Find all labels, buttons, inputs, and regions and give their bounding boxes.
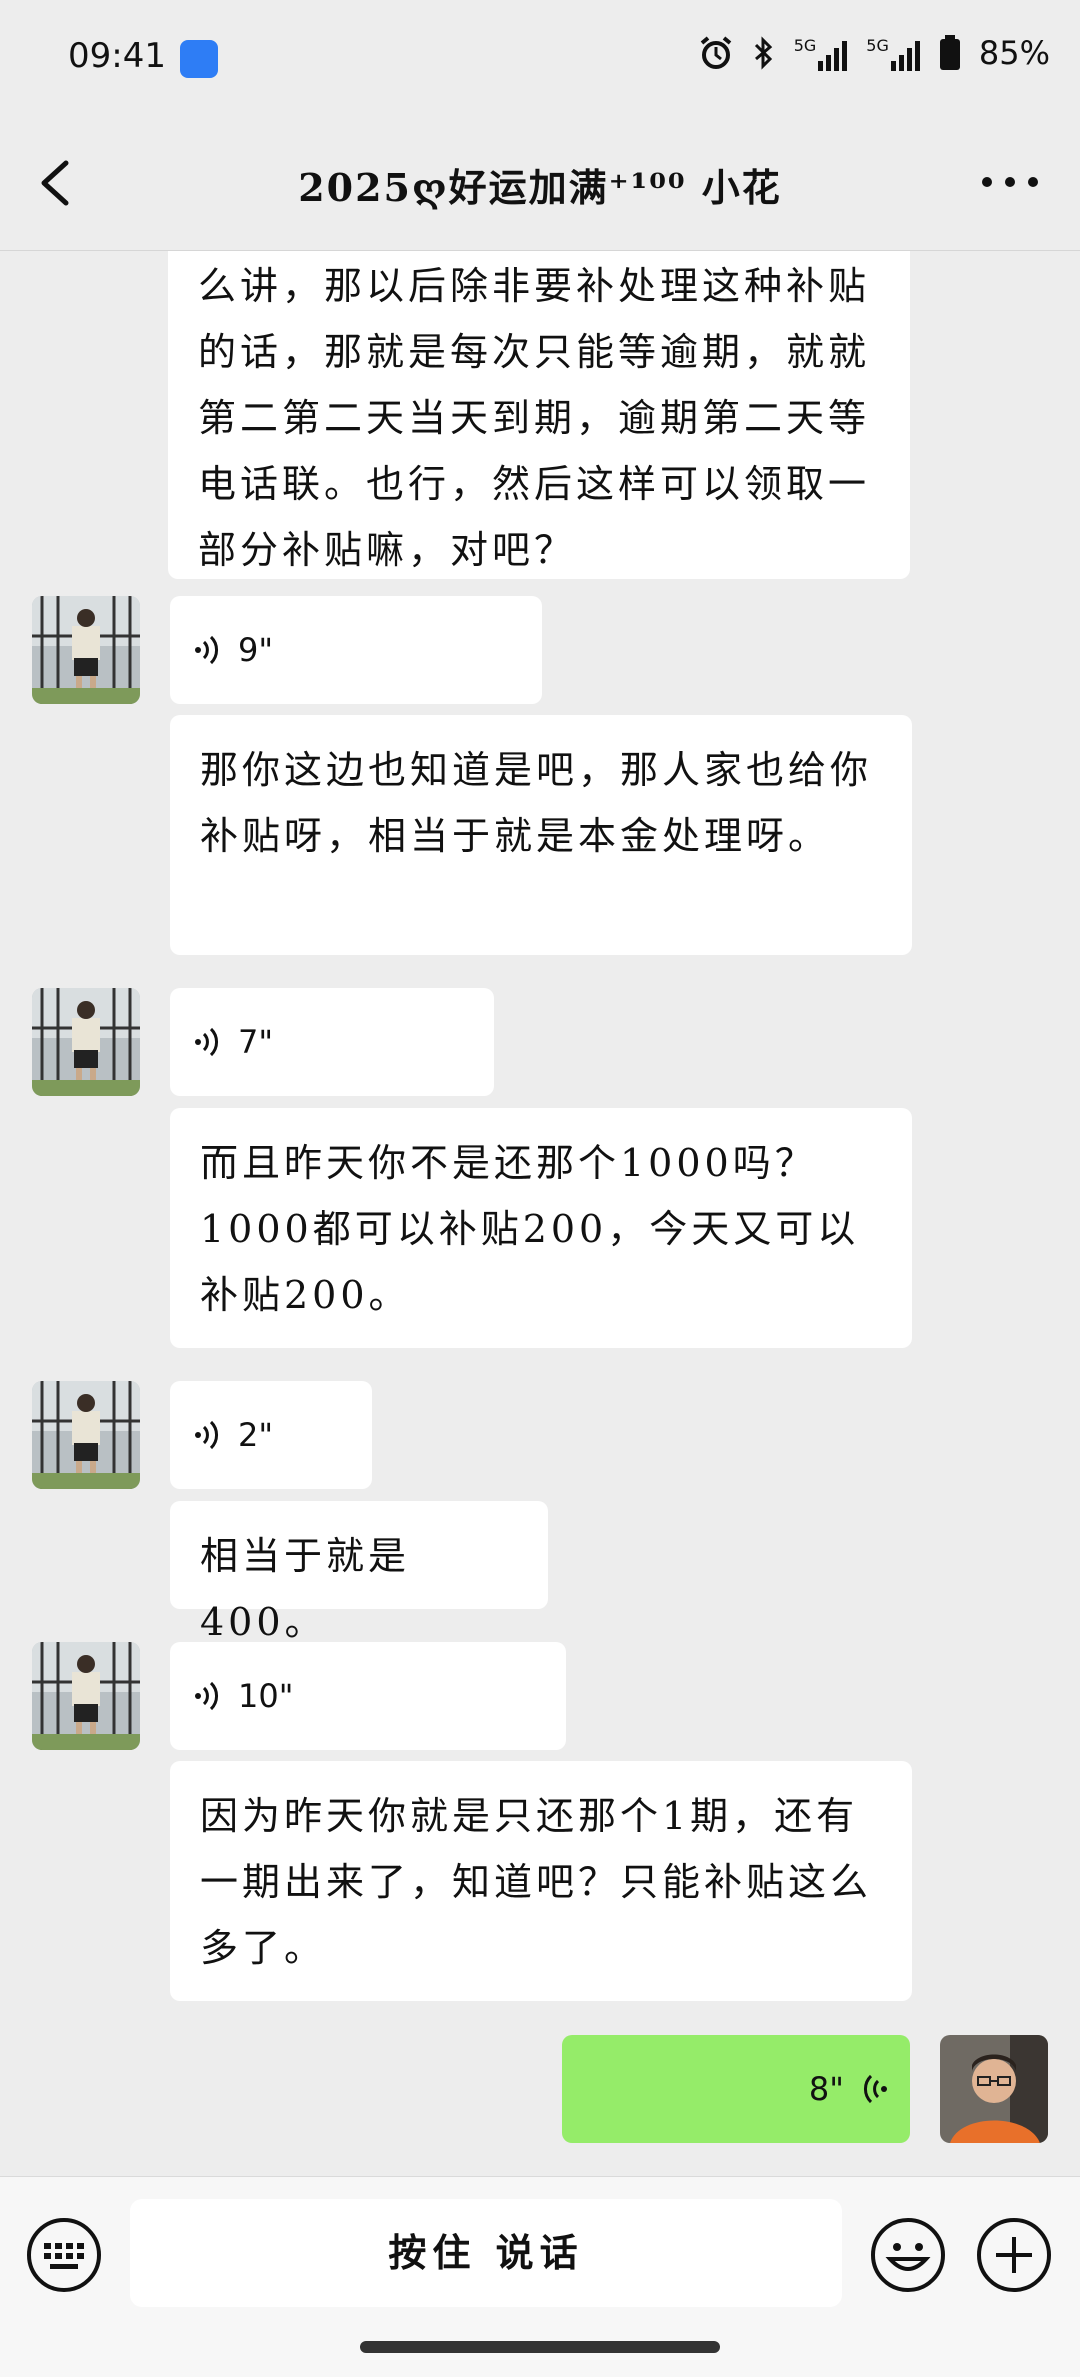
voice-message[interactable]: 10" — [170, 1642, 566, 1750]
voice-message[interactable]: 9" — [170, 596, 542, 704]
message-text: 相当于就是400。 — [200, 1534, 411, 1644]
voice-duration: 7" — [238, 1023, 274, 1061]
signal-1-icon — [818, 40, 848, 71]
avatar[interactable] — [32, 1381, 140, 1489]
voice-wave-icon — [195, 1027, 218, 1057]
signal-2-icon — [890, 40, 920, 71]
home-indicator[interactable] — [360, 2341, 720, 2353]
voice-duration: 2" — [238, 1416, 274, 1454]
more-options-button[interactable] — [980, 175, 1040, 189]
voice-message[interactable]: 7" — [170, 988, 494, 1096]
voice-wave-icon — [864, 2074, 887, 2104]
bluetooth-icon — [754, 36, 772, 70]
status-bar: 09:41 5G 5G 85% — [0, 0, 1080, 115]
voice-wave-icon — [195, 1681, 218, 1711]
self-avatar[interactable] — [940, 2035, 1048, 2143]
keyboard-icon[interactable] — [26, 2217, 102, 2293]
input-bar: 按住 说话 — [0, 2176, 1080, 2377]
signal-2-group: 5G — [866, 36, 921, 71]
network-type-1: 5G — [793, 35, 817, 55]
status-time: 09:41 — [68, 36, 166, 76]
battery-icon — [939, 35, 960, 70]
message-text: 那你这边也知道是吧，那人家也给你补贴呀，相当于就是本金处理呀。 — [200, 748, 873, 858]
message-bubble[interactable]: 而且昨天你不是还那个1000吗？1000都可以补贴200，今天又可以补贴200。 — [170, 1108, 912, 1348]
message-bubble[interactable]: 相当于就是400。 — [170, 1501, 548, 1644]
message-list[interactable]: 么讲，那以后除非要补处理这种补贴的话，那就是每次只能等逾期，就就第二第二天当天到… — [0, 251, 1080, 2175]
hold-to-talk-button[interactable]: 按住 说话 — [130, 2199, 842, 2307]
plus-icon[interactable] — [976, 2217, 1052, 2293]
voice-message[interactable]: 2" — [170, 1381, 372, 1489]
voice-message-self[interactable]: 8" — [562, 2035, 910, 2143]
voice-duration: 9" — [238, 631, 274, 669]
status-icons: 5G 5G 85% — [698, 34, 1050, 72]
voice-duration: 10" — [238, 1677, 294, 1715]
message-text: 么讲，那以后除非要补处理这种补贴的话，那就是每次只能等逾期，就就第二第二天当天到… — [198, 264, 871, 572]
chat-title[interactable]: 2025ღ好运加满⁺¹⁰⁰ 小花 — [0, 157, 1080, 212]
avatar[interactable] — [32, 596, 140, 704]
message-text: 因为昨天你就是只还那个1期，还有一期出来了，知道吧？只能补贴这么多了。 — [200, 1794, 873, 1970]
avatar[interactable] — [32, 1642, 140, 1750]
voice-duration: 8" — [808, 2070, 844, 2108]
message-bubble[interactable]: 那你这边也知道是吧，那人家也给你补贴呀，相当于就是本金处理呀。 — [170, 715, 912, 955]
emoji-icon[interactable] — [870, 2217, 946, 2293]
message-bubble[interactable]: 么讲，那以后除非要补处理这种补贴的话，那就是每次只能等逾期，就就第二第二天当天到… — [168, 251, 910, 579]
voice-wave-icon — [195, 1420, 218, 1450]
avatar[interactable] — [32, 988, 140, 1096]
network-type-2: 5G — [866, 35, 889, 55]
alarm-icon — [700, 36, 731, 69]
app-notification-icon — [180, 40, 218, 78]
signal-1-group: 5G — [794, 36, 849, 71]
battery-level: 85% — [978, 34, 1050, 72]
message-bubble[interactable]: 因为昨天你就是只还那个1期，还有一期出来了，知道吧？只能补贴这么多了。 — [170, 1761, 912, 2001]
voice-wave-icon — [195, 635, 218, 665]
message-text: 而且昨天你不是还那个1000吗？1000都可以补贴200，今天又可以补贴200。 — [200, 1141, 860, 1317]
chat-header: 2025ღ好运加满⁺¹⁰⁰ 小花 — [0, 115, 1080, 251]
